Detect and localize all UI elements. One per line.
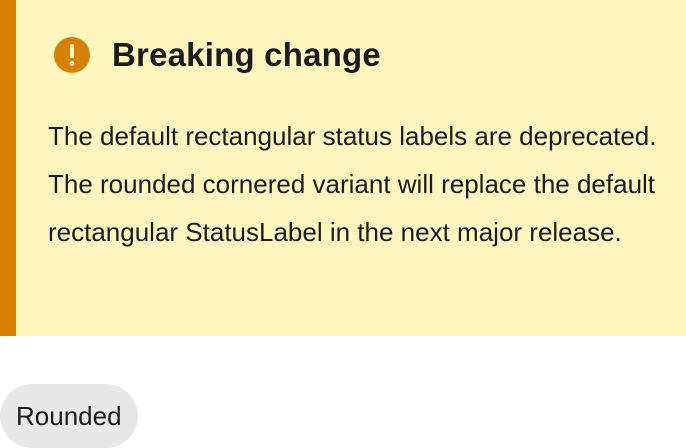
alert-header: Breaking change — [54, 37, 381, 73]
status-label-rounded: Rounded — [0, 384, 138, 448]
alert-accent-bar — [0, 0, 16, 336]
exclamation-circle-icon — [54, 37, 90, 73]
alert-title: Breaking change — [112, 36, 381, 73]
breaking-change-alert: Breaking change The default rectangular … — [0, 0, 686, 336]
alert-message: The default rectangular status labels ar… — [48, 121, 657, 247]
